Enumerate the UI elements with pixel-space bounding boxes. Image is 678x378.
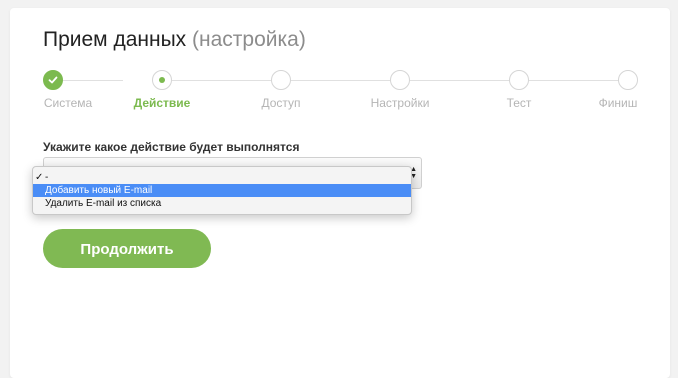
step-access[interactable] bbox=[271, 70, 291, 90]
step-settings[interactable] bbox=[390, 70, 410, 90]
step-circle bbox=[509, 70, 529, 90]
step-circle bbox=[618, 70, 638, 90]
progress-stepper: Система Действие Доступ Настройки Тест Ф… bbox=[10, 8, 670, 118]
option-label: Добавить новый E-mail bbox=[45, 185, 153, 196]
step-connector bbox=[172, 80, 271, 81]
action-select-dropdown: ✓ - Добавить новый E-mail Удалить E-mail… bbox=[32, 166, 412, 215]
step-system[interactable] bbox=[43, 70, 63, 90]
step-label-test: Тест bbox=[506, 96, 532, 110]
step-label-access: Доступ bbox=[261, 96, 301, 110]
checkmark-icon bbox=[43, 70, 63, 90]
step-label-settings: Настройки bbox=[370, 96, 430, 110]
step-connector bbox=[409, 80, 509, 81]
option-label: Удалить E-mail из списка bbox=[45, 198, 162, 209]
step-test[interactable] bbox=[509, 70, 529, 90]
continue-button[interactable]: Продолжить bbox=[43, 229, 211, 268]
step-connector bbox=[53, 80, 123, 81]
step-finish[interactable] bbox=[618, 70, 638, 90]
settings-card: Прием данных (настройка) Система Действи… bbox=[10, 8, 670, 378]
step-connector bbox=[290, 80, 390, 81]
step-circle bbox=[271, 70, 291, 90]
option-label: - bbox=[45, 172, 49, 183]
step-label-action: Действие bbox=[133, 96, 191, 110]
step-circle bbox=[390, 70, 410, 90]
step-label-system: Система bbox=[43, 96, 93, 110]
action-field-label: Укажите какое действие будет выполнятся bbox=[43, 140, 300, 154]
dropdown-option-add-email[interactable]: Добавить новый E-mail bbox=[33, 184, 411, 197]
step-label-finish: Финиш bbox=[598, 96, 638, 110]
dropdown-option-none[interactable]: ✓ - bbox=[33, 171, 411, 184]
step-connector bbox=[528, 80, 628, 81]
step-action[interactable] bbox=[152, 70, 172, 90]
checkmark-icon: ✓ bbox=[35, 172, 44, 183]
dot-icon bbox=[152, 70, 172, 90]
dropdown-option-remove-email[interactable]: Удалить E-mail из списка bbox=[33, 197, 411, 210]
